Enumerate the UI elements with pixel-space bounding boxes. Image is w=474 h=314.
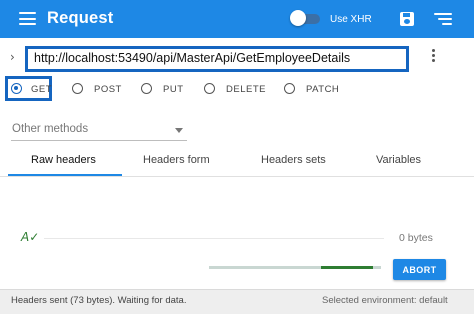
validation-check-icon: A✓ bbox=[21, 230, 40, 244]
chevron-right-icon[interactable]: › bbox=[10, 50, 15, 64]
app-title: Request bbox=[47, 9, 114, 27]
method-label-delete: DELETE bbox=[226, 84, 266, 95]
tab-variables[interactable]: Variables bbox=[376, 154, 421, 166]
other-methods-select[interactable]: Other methods bbox=[11, 122, 187, 141]
tabs-divider bbox=[0, 176, 474, 177]
menu-icon[interactable] bbox=[19, 12, 36, 25]
toggle-thumb bbox=[290, 10, 306, 26]
request-progress-fill bbox=[321, 266, 373, 269]
tab-raw-headers[interactable]: Raw headers bbox=[31, 154, 96, 166]
use-xhr-toggle[interactable] bbox=[290, 10, 322, 26]
save-icon[interactable] bbox=[400, 12, 414, 26]
radio-get[interactable] bbox=[11, 83, 22, 94]
method-label-put: PUT bbox=[163, 84, 184, 95]
tab-headers-form[interactable]: Headers form bbox=[143, 154, 210, 166]
method-label-post: POST bbox=[94, 84, 122, 95]
use-xhr-label: Use XHR bbox=[330, 14, 372, 25]
dropdown-arrow-icon bbox=[175, 128, 183, 133]
method-label-patch: PATCH bbox=[306, 84, 340, 95]
tab-headers-sets[interactable]: Headers sets bbox=[261, 154, 326, 166]
more-vert-icon[interactable] bbox=[432, 49, 436, 64]
url-value: http://localhost:53490/api/MasterApi/Get… bbox=[34, 51, 351, 65]
radio-patch[interactable] bbox=[284, 83, 295, 94]
url-row: › http://localhost:53490/api/MasterApi/G… bbox=[0, 38, 474, 74]
radio-post[interactable] bbox=[72, 83, 83, 94]
status-message: Headers sent (73 bytes). Waiting for dat… bbox=[11, 295, 187, 306]
headers-editor[interactable] bbox=[44, 238, 384, 239]
url-input[interactable]: http://localhost:53490/api/MasterApi/Get… bbox=[25, 46, 409, 72]
request-progress-bar bbox=[209, 266, 381, 269]
abort-button[interactable]: ABORT bbox=[393, 259, 446, 280]
method-label-get: GET bbox=[31, 84, 53, 95]
other-methods-placeholder: Other methods bbox=[12, 123, 89, 135]
radio-delete[interactable] bbox=[204, 83, 215, 94]
radio-put[interactable] bbox=[141, 83, 152, 94]
app-bar: Request Use XHR bbox=[0, 0, 474, 38]
status-bar: Headers sent (73 bytes). Waiting for dat… bbox=[0, 289, 474, 314]
sort-icon[interactable] bbox=[434, 13, 452, 26]
headers-size: 0 bytes bbox=[399, 232, 433, 244]
environment-status: Selected environment: default bbox=[322, 295, 448, 306]
